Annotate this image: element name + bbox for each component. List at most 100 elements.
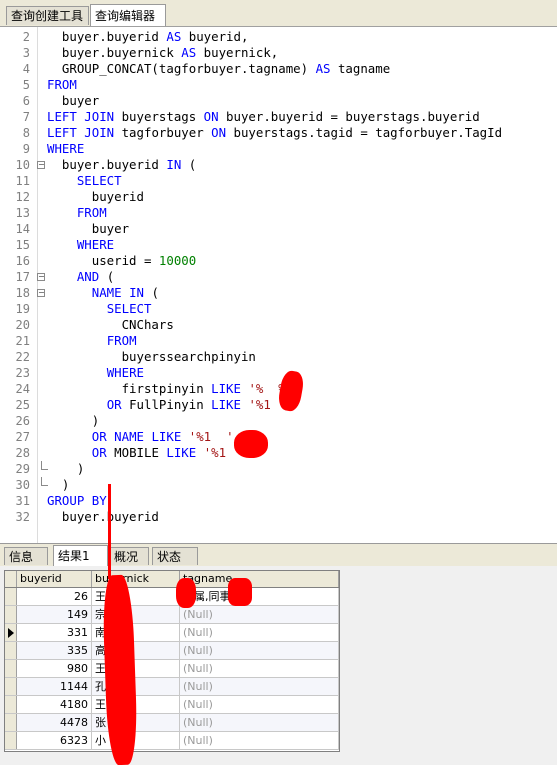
code-line[interactable]: 15 WHERE <box>0 237 557 253</box>
code-text: LEFT JOIN tagforbuyer ON buyerstags.tagi… <box>47 125 503 140</box>
column-header-tagname[interactable]: tagname <box>180 571 339 587</box>
code-line[interactable]: 9 WHERE <box>0 141 557 157</box>
row-selector[interactable] <box>5 678 17 695</box>
code-text: buyerid <box>47 189 144 204</box>
row-selector[interactable] <box>5 624 17 641</box>
cell-tagname[interactable]: (Null) <box>180 714 339 731</box>
row-header-corner <box>5 571 17 587</box>
code-line[interactable]: 26 ) <box>0 413 557 429</box>
code-text: buyer <box>47 93 100 108</box>
table-row[interactable]: 149 宗 (Null) <box>5 606 339 624</box>
tab-info[interactable]: 信息 <box>4 547 48 565</box>
code-line[interactable]: 12 buyerid <box>0 189 557 205</box>
tab-profile[interactable]: 概况 <box>109 547 149 565</box>
code-line[interactable]: 7 LEFT JOIN buyerstags ON buyer.buyerid =… <box>0 109 557 125</box>
column-header-buyerid[interactable]: buyerid <box>17 571 92 587</box>
cell-tagname[interactable]: (Null) <box>180 642 339 659</box>
code-line[interactable]: 32 buyer.buyerid <box>0 509 557 525</box>
row-selector[interactable] <box>5 696 17 713</box>
cell-buyerid[interactable]: 149 <box>17 606 92 623</box>
table-row[interactable]: 1144 孔 (Null) <box>5 678 339 696</box>
cell-buyernick[interactable]: 小 <box>92 732 180 749</box>
fold-toggle-icon[interactable]: − <box>37 289 45 297</box>
code-line[interactable]: 20 CNChars <box>0 317 557 333</box>
code-line[interactable]: 22 buyerssearchpinyin <box>0 349 557 365</box>
code-text: OR FullPinyin LIKE '%1 %' <box>106 397 301 412</box>
code-text: buyer.buyerid AS buyerid, <box>47 29 249 44</box>
code-line[interactable]: 21 FROM <box>0 333 557 349</box>
cell-buyerid[interactable]: 980 <box>17 660 92 677</box>
row-selector[interactable] <box>5 714 17 731</box>
query-tab-bar: 查询创建工具 查询编辑器 <box>0 0 557 27</box>
code-line[interactable]: 19 SELECT <box>0 301 557 317</box>
line-number: 5 <box>22 78 30 92</box>
code-line[interactable]: 30 ) <box>0 477 557 493</box>
cell-tagname[interactable]: (Null) <box>180 678 339 695</box>
line-number: 20 <box>15 318 30 332</box>
line-number: 3 <box>22 46 30 60</box>
table-row[interactable]: 4478 张 (Null) <box>5 714 339 732</box>
line-number: 4 <box>22 62 30 76</box>
cell-tagname[interactable]: (Null) <box>180 696 339 713</box>
code-text: buyerssearchpinyin <box>47 349 256 364</box>
tab-status[interactable]: 状态 <box>152 547 198 565</box>
cell-tagname[interactable]: (Null) <box>180 606 339 623</box>
code-line[interactable]: 27 OR NAME LIKE '%1 ' <box>0 429 557 445</box>
line-number: 21 <box>15 334 30 348</box>
tab-query-editor[interactable]: 查询编辑器 <box>90 4 166 26</box>
cell-buyerid[interactable]: 335 <box>17 642 92 659</box>
line-number: 10 <box>15 158 30 172</box>
code-line[interactable]: 16 userid = 10000 <box>0 253 557 269</box>
code-line[interactable]: 28 OR MOBILE LIKE '%1 ' <box>0 445 557 461</box>
table-row[interactable]: 26 王家属,同事 <box>5 588 339 606</box>
code-line[interactable]: 31 GROUP BY <box>0 493 557 509</box>
code-line[interactable]: 11 SELECT <box>0 173 557 189</box>
row-selector[interactable] <box>5 642 17 659</box>
table-row[interactable]: 6323 小 (Null) <box>5 732 339 750</box>
cell-tagname[interactable]: (Null) <box>180 660 339 677</box>
cell-buyerid[interactable]: 26 <box>17 588 92 605</box>
cell-buyerid[interactable]: 6323 <box>17 732 92 749</box>
code-line[interactable]: 10− buyer.buyerid IN ( <box>0 157 557 173</box>
line-number: 8 <box>22 126 30 140</box>
code-line[interactable]: 18− NAME IN ( <box>0 285 557 301</box>
code-line[interactable]: 5 FROM <box>0 77 557 93</box>
grid-header: buyerid buyernick tagname <box>5 571 339 588</box>
code-line[interactable]: 6 buyer <box>0 93 557 109</box>
row-selector[interactable] <box>5 606 17 623</box>
code-line[interactable]: 13 FROM <box>0 205 557 221</box>
table-row[interactable]: 980 王 (Null) <box>5 660 339 678</box>
tab-result1[interactable]: 结果1 <box>53 545 108 566</box>
code-line[interactable]: 14 buyer <box>0 221 557 237</box>
fold-toggle-icon[interactable]: − <box>37 273 45 281</box>
code-line[interactable]: 17− AND ( <box>0 269 557 285</box>
row-selector[interactable] <box>5 660 17 677</box>
cell-buyerid[interactable]: 4180 <box>17 696 92 713</box>
cell-buyerid[interactable]: 1144 <box>17 678 92 695</box>
cell-tagname[interactable]: (Null) <box>180 624 339 641</box>
sql-editor[interactable]: 2 buyer.buyerid AS buyerid, 3 buyer.buyer… <box>0 27 557 544</box>
code-line[interactable]: 23 WHERE <box>0 365 557 381</box>
row-selector[interactable] <box>5 588 17 605</box>
code-line[interactable]: 2 buyer.buyerid AS buyerid, <box>0 29 557 45</box>
table-row[interactable]: 331 南 (Null) <box>5 624 339 642</box>
code-line[interactable]: 4 GROUP_CONCAT(tagforbuyer.tagname) AS t… <box>0 61 557 77</box>
results-grid[interactable]: buyerid buyernick tagname 26王家属,同事149宗(N… <box>4 570 340 752</box>
line-number: 23 <box>15 366 30 380</box>
fold-toggle-icon[interactable]: − <box>37 161 45 169</box>
row-selector[interactable] <box>5 732 17 749</box>
table-row[interactable]: 4180 王 (Null) <box>5 696 339 714</box>
redaction-mark <box>234 430 268 458</box>
code-line[interactable]: 3 buyer.buyernick AS buyernick, <box>0 45 557 61</box>
code-line[interactable]: 8 LEFT JOIN tagforbuyer ON buyerstags.tag… <box>0 125 557 141</box>
table-row[interactable]: 335 高 (Null) <box>5 642 339 660</box>
cell-buyerid[interactable]: 4478 <box>17 714 92 731</box>
cell-buyerid[interactable]: 331 <box>17 624 92 641</box>
result-tab-bar: 信息 结果1 概况 状态 <box>0 544 557 566</box>
code-text: NAME IN ( <box>91 285 159 300</box>
code-line[interactable]: 29 ) <box>0 461 557 477</box>
cell-tagname[interactable]: (Null) <box>180 732 339 749</box>
column-header-buyernick[interactable]: buyernick <box>92 571 180 587</box>
tab-query-builder[interactable]: 查询创建工具 <box>6 6 89 25</box>
cell-tagname[interactable]: 家属,同事 <box>180 588 339 605</box>
